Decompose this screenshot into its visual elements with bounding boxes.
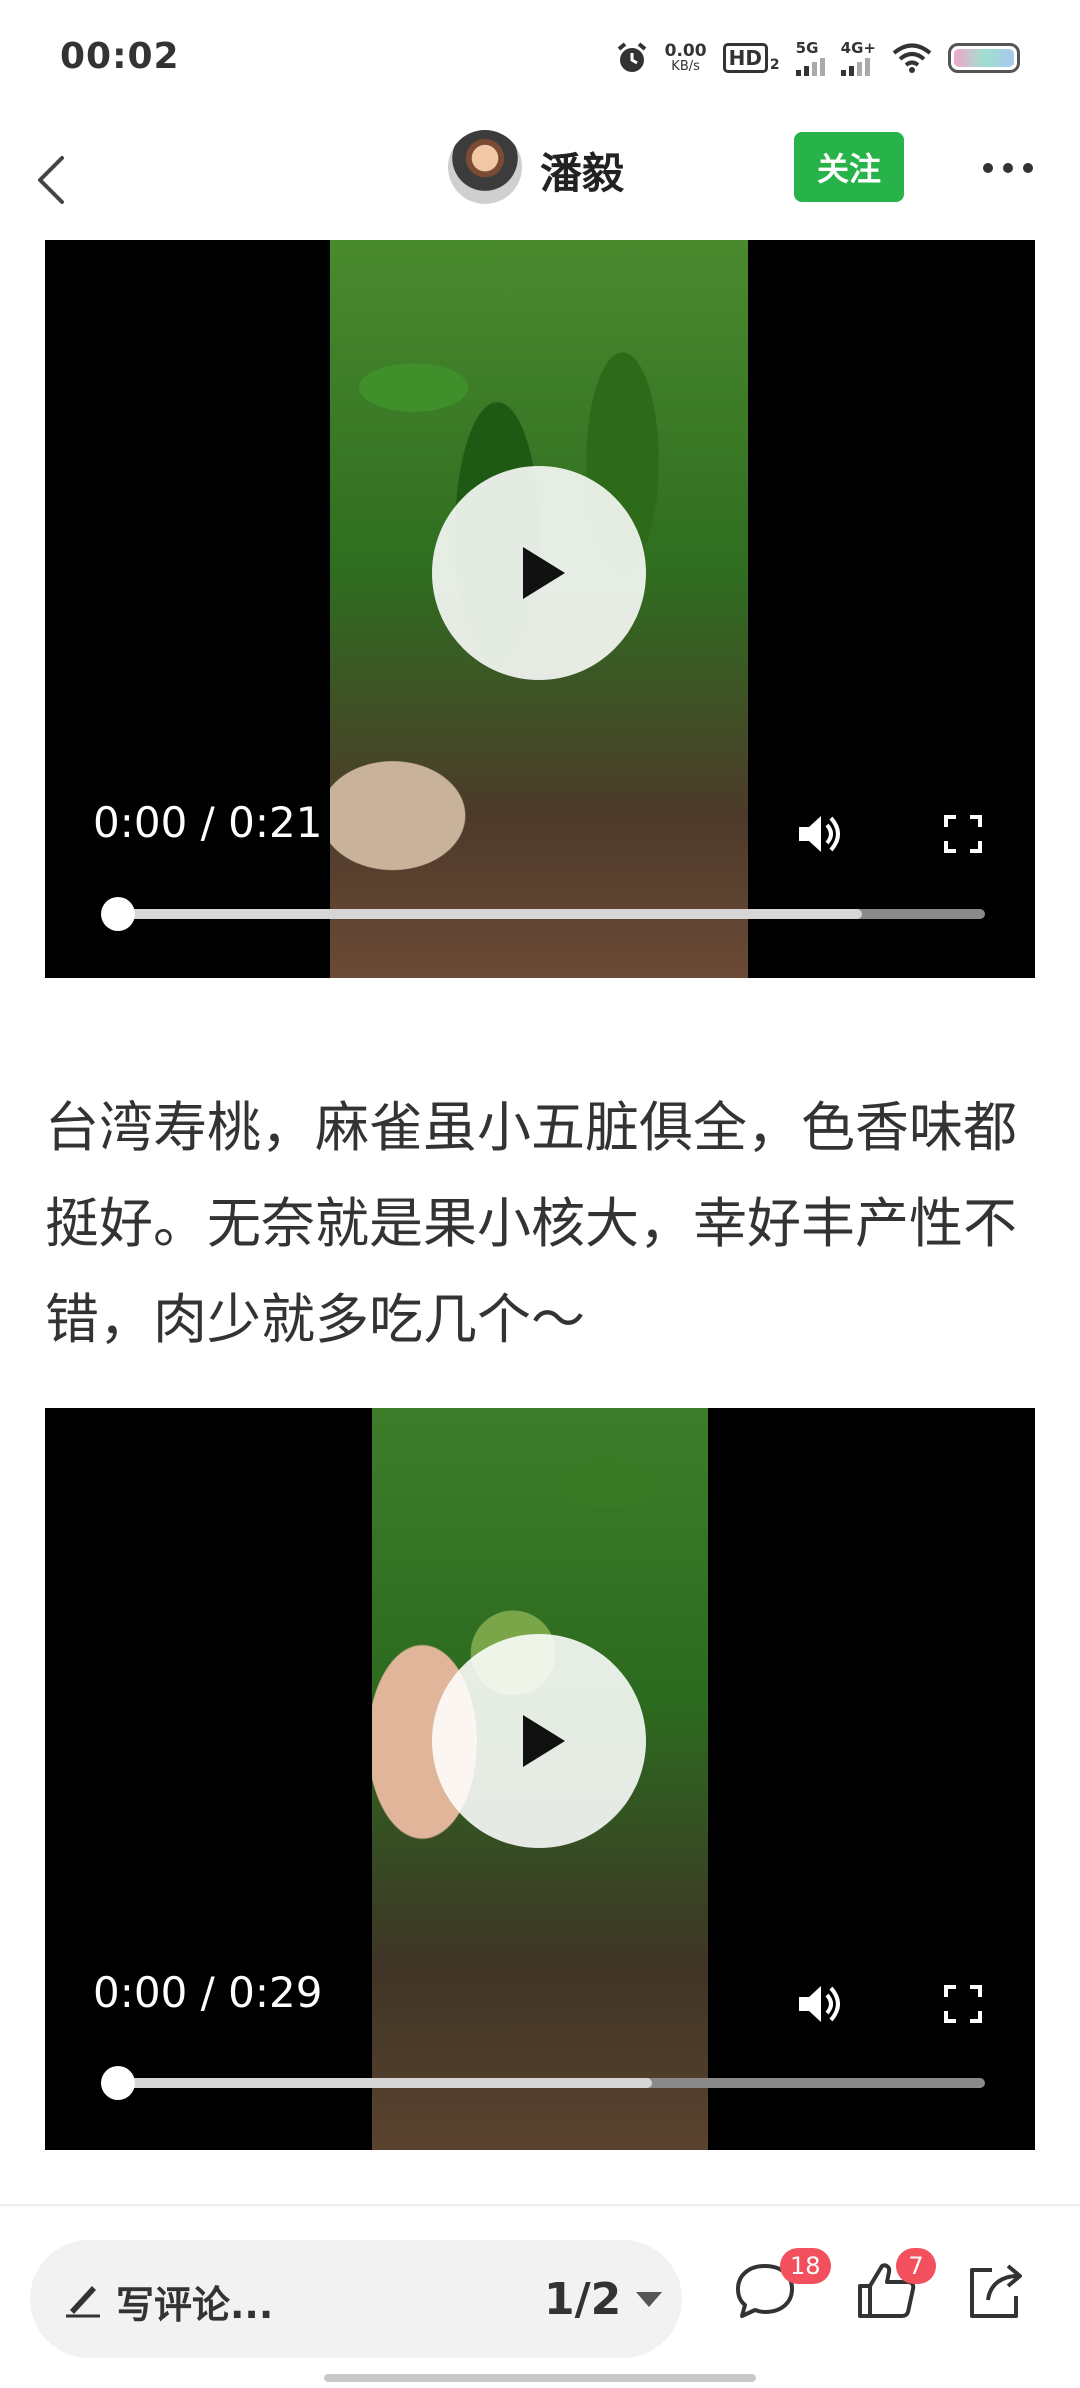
article-paragraph: 台湾寿桃，麻雀虽小五脏俱全，色香味都挺好。无奈就是果小核大，幸好丰产性不错，肉少… <box>45 1096 1017 1351</box>
share-icon[interactable] <box>960 2256 1030 2326</box>
video-player[interactable]: 0:00 / 0:29 <box>45 1408 1035 2150</box>
net-speed-value: 0.00 <box>664 41 707 61</box>
comment-placeholder: 写评论... <box>116 2283 274 2327</box>
hd-indicator: HD 2 <box>722 43 780 73</box>
chevron-down-icon[interactable] <box>636 2292 662 2307</box>
alarm-icon <box>617 42 646 72</box>
net-speed-unit: KB/s <box>671 59 700 74</box>
comment-count-badge: 18 <box>780 2248 831 2284</box>
avatar[interactable] <box>448 130 522 204</box>
video-time: 0:00 / 0:29 <box>93 1968 323 2017</box>
buffered-bar <box>109 909 863 919</box>
hd-sub: 2 <box>769 57 780 73</box>
signal-5g-label: 5G <box>795 39 819 57</box>
fullscreen-icon[interactable] <box>943 814 983 854</box>
status-bar: 00:02 0.00 KB/s HD 2 5G 4G+ <box>0 0 1080 120</box>
signal-bars-icon <box>840 56 870 76</box>
seek-handle[interactable] <box>101 897 135 931</box>
more-dots-icon[interactable] <box>968 140 1048 196</box>
signal-4g: 4G+ <box>840 39 876 76</box>
follow-button[interactable]: 关注 <box>794 132 904 202</box>
volume-icon[interactable] <box>793 808 845 860</box>
signal-bars-icon <box>795 56 825 76</box>
comment-input[interactable]: 写评论... 1/2 <box>30 2240 682 2358</box>
buffered-bar <box>109 2078 653 2088</box>
back-arrow-icon[interactable] <box>22 140 102 220</box>
status-time: 00:02 <box>60 36 180 77</box>
video-player[interactable]: 0:00 / 0:21 <box>45 240 1035 978</box>
pen-icon <box>66 2286 100 2318</box>
video-time: 0:00 / 0:21 <box>93 798 323 847</box>
wifi-icon <box>892 43 932 73</box>
net-speed: 0.00 KB/s <box>664 41 707 74</box>
seek-handle[interactable] <box>101 2066 135 2100</box>
battery-level <box>954 49 1014 67</box>
play-icon <box>523 1715 565 1767</box>
battery-icon <box>948 43 1020 73</box>
author-name[interactable]: 潘毅 <box>540 140 624 201</box>
play-button[interactable] <box>432 1634 646 1848</box>
signal-4g-label: 4G+ <box>840 39 876 57</box>
progress-bar[interactable] <box>101 897 985 931</box>
play-icon <box>523 547 565 599</box>
hd-badge: HD <box>722 43 768 73</box>
volume-icon[interactable] <box>793 1978 845 2030</box>
play-button[interactable] <box>432 466 646 680</box>
bottom-action-bar: 写评论... 1/2 18 7 <box>0 2204 1080 2388</box>
home-indicator[interactable] <box>324 2374 756 2382</box>
progress-bar[interactable] <box>101 2066 985 2100</box>
fullscreen-icon[interactable] <box>943 1984 983 2024</box>
signal-5g: 5G <box>795 39 825 76</box>
page-indicator[interactable]: 1/2 <box>544 2274 621 2325</box>
like-count-badge: 7 <box>896 2248 936 2284</box>
status-icons: 0.00 KB/s HD 2 5G 4G+ <box>615 36 1020 80</box>
